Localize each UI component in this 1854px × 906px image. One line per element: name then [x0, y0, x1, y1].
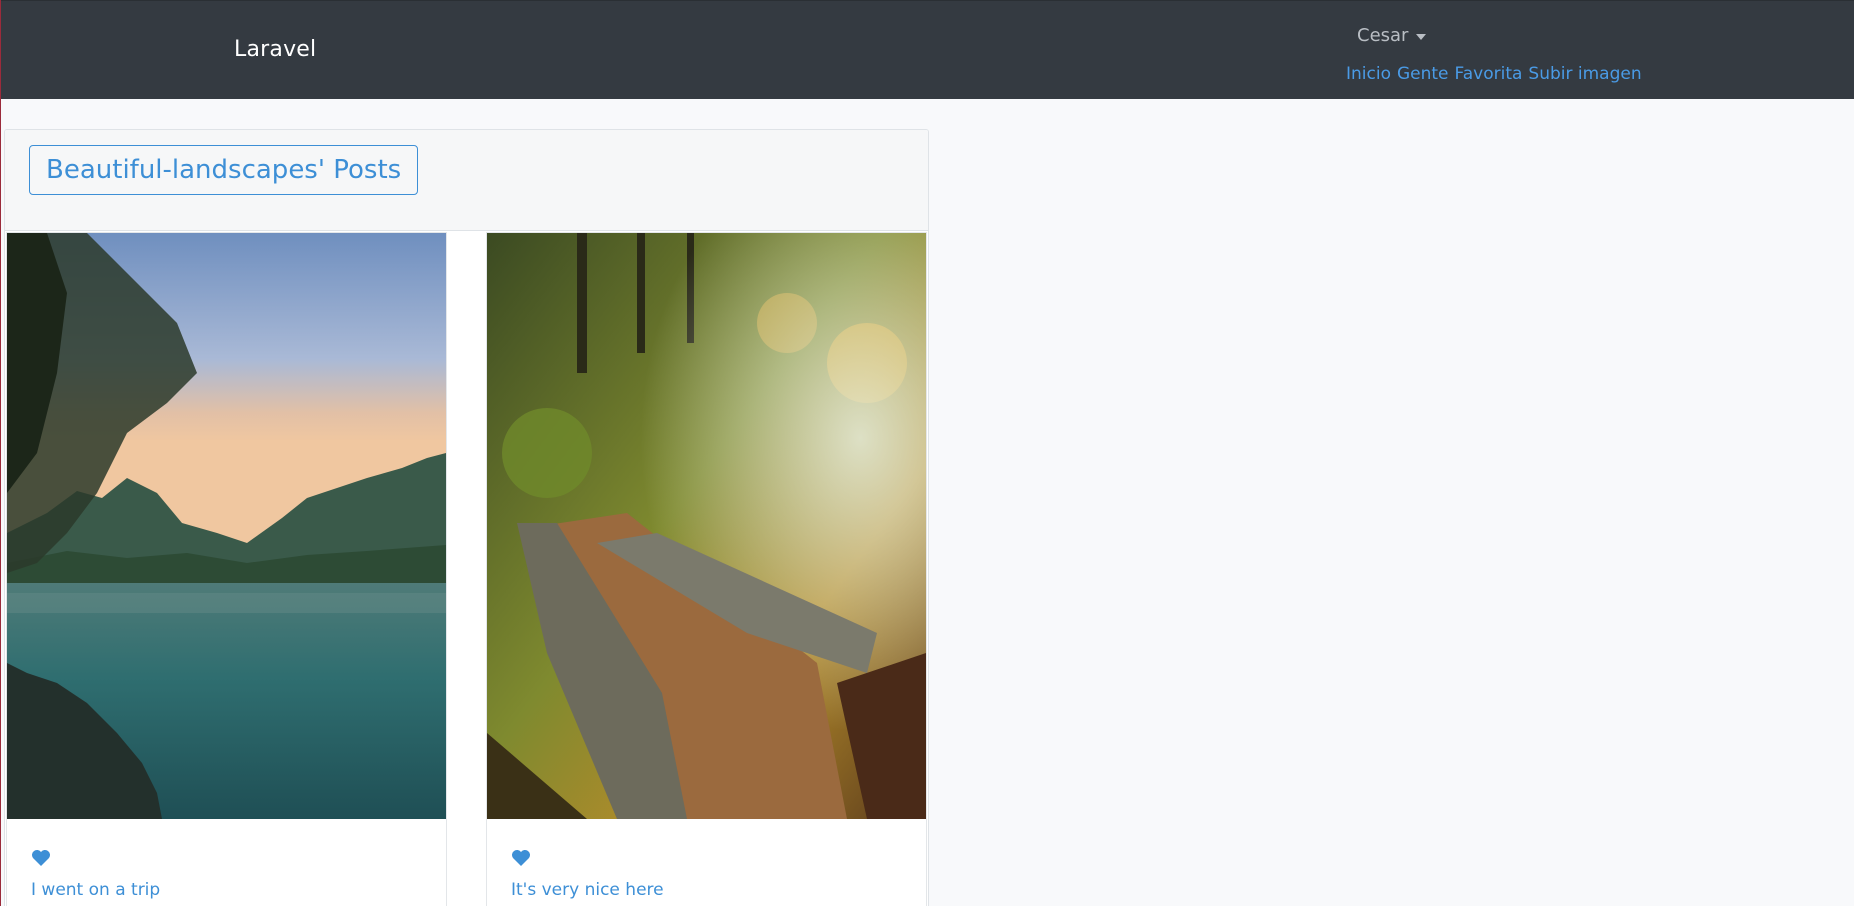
user-menu-toggle[interactable]: Cesar: [1357, 25, 1427, 46]
post-card: It's very nice here: [486, 232, 927, 906]
heart-icon[interactable]: [511, 849, 531, 867]
post-image[interactable]: [7, 233, 446, 819]
post-image[interactable]: [487, 233, 926, 819]
profile-posts-card: Beautiful-landscapes' Posts I went on a …: [4, 129, 929, 906]
nav-link-gente[interactable]: Gente: [1397, 64, 1449, 84]
top-navbar: Laravel Cesar Inicio Gente Favorita Subi…: [1, 0, 1854, 99]
post-caption[interactable]: It's very nice here: [511, 880, 664, 900]
nav-link-inicio[interactable]: Inicio: [1346, 64, 1391, 84]
post-caption[interactable]: I went on a trip: [31, 880, 160, 900]
user-name: Cesar: [1357, 25, 1409, 46]
heart-icon[interactable]: [31, 849, 51, 867]
nav-link-favorita[interactable]: Favorita: [1455, 64, 1523, 84]
brand-link[interactable]: Laravel: [234, 37, 316, 62]
nav-links: Inicio Gente Favorita Subir imagen: [1346, 64, 1642, 84]
nav-link-subir-imagen[interactable]: Subir imagen: [1528, 64, 1641, 84]
profile-title-button[interactable]: Beautiful-landscapes' Posts: [29, 145, 419, 195]
chevron-down-icon: [1416, 33, 1427, 40]
card-header: Beautiful-landscapes' Posts: [5, 130, 928, 231]
post-card: I went on a trip: [6, 232, 447, 906]
